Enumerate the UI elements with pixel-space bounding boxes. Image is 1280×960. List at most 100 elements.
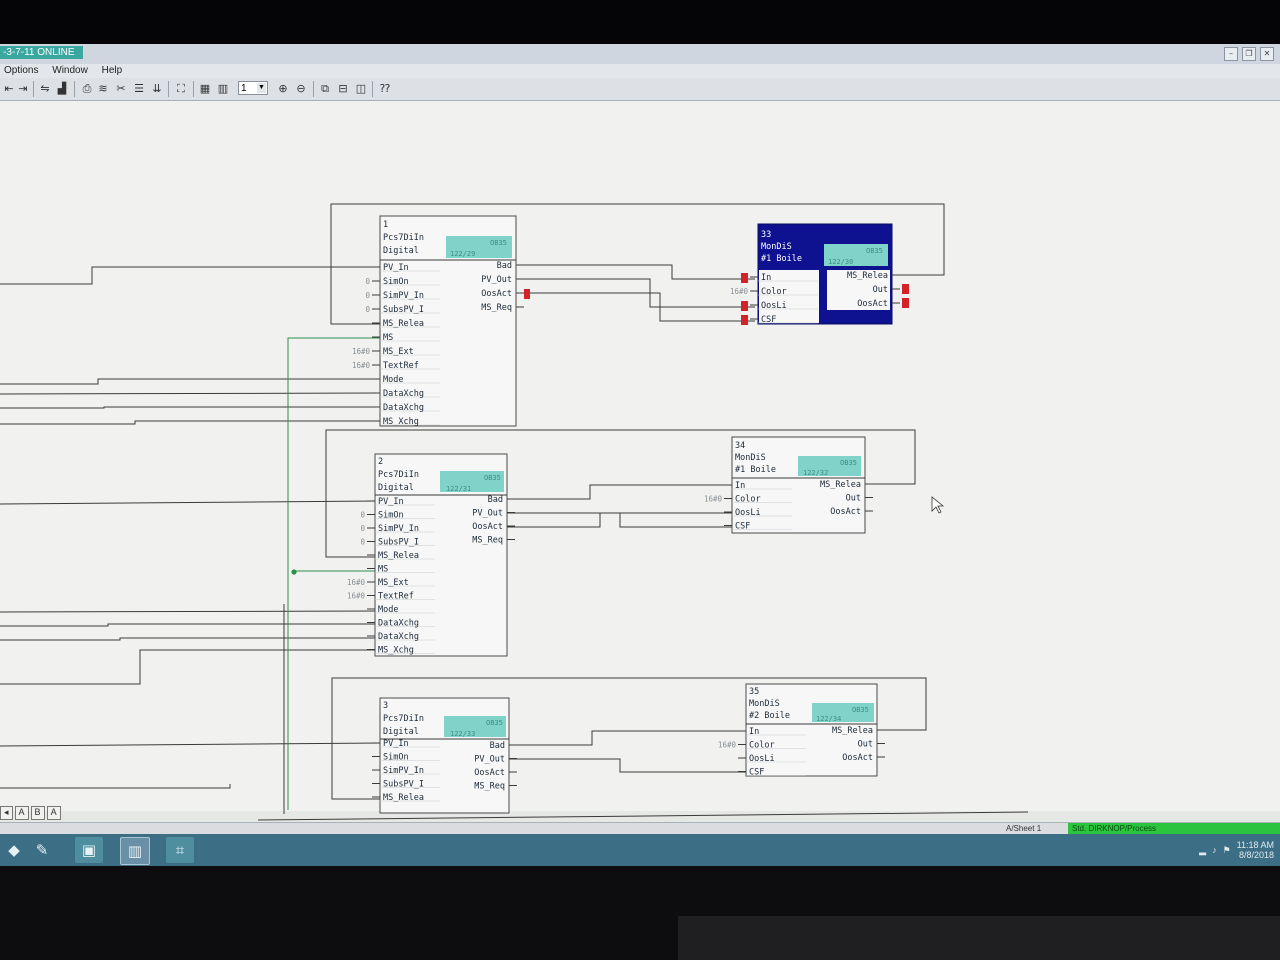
output-pin[interactable]: MS_Relea — [820, 480, 861, 490]
input-pin[interactable]: DataXchg — [378, 632, 419, 642]
error-marker — [741, 315, 748, 325]
output-pin[interactable]: PV_Out — [472, 509, 503, 519]
wire — [0, 392, 385, 395]
network-config-icon[interactable]: ⌗ — [166, 837, 194, 863]
input-pin[interactable]: MS_Relea — [383, 793, 424, 803]
input-pin[interactable]: TextRef — [383, 361, 419, 371]
output-pin[interactable]: MS_Relea — [832, 726, 873, 736]
wire — [0, 378, 384, 385]
output-pin[interactable]: Bad — [490, 741, 505, 751]
monitor-bezel-top — [0, 0, 1280, 44]
output-pin[interactable]: MS_Relea — [847, 271, 888, 281]
input-pin[interactable]: TextRef — [378, 592, 414, 602]
spreadsheet-icon[interactable]: ▣ — [75, 837, 103, 863]
sheet-scroll-icon[interactable]: ◂ — [0, 806, 13, 820]
output-pin[interactable]: OosAct — [474, 768, 505, 778]
input-pin[interactable]: Color — [761, 287, 787, 297]
output-pin[interactable]: MS_Req — [474, 782, 505, 792]
input-pin[interactable]: MS_Ext — [383, 347, 414, 357]
pin-value: 0 — [360, 524, 365, 533]
task-badge-text: OB35 — [484, 474, 501, 482]
output-pin[interactable]: OosAct — [472, 522, 503, 532]
input-pin[interactable]: OosLi — [761, 301, 787, 311]
output-pin[interactable]: Out — [873, 285, 888, 295]
task-badge-text: OB35 — [866, 247, 883, 255]
flag-icon[interactable]: ⚑ — [1223, 845, 1231, 856]
output-pin[interactable]: Out — [858, 740, 873, 750]
input-pin[interactable]: SubsPV_I — [383, 780, 424, 790]
input-pin[interactable]: OosLi — [749, 754, 775, 764]
input-pin[interactable]: PV_In — [383, 739, 409, 749]
input-pin[interactable]: CSF — [749, 768, 764, 778]
output-pin[interactable]: OosAct — [857, 299, 888, 309]
input-pin[interactable]: SubsPV_I — [378, 538, 419, 548]
input-pin[interactable]: MS_Relea — [378, 551, 419, 561]
input-pin[interactable]: Mode — [378, 605, 398, 615]
cfc-editor-icon[interactable]: ▥ — [120, 837, 150, 865]
input-pin[interactable]: SimOn — [383, 277, 409, 287]
block-number: 1 — [383, 220, 388, 230]
input-pin[interactable]: MS — [383, 333, 393, 343]
input-pin[interactable]: MS_Ext — [378, 578, 409, 588]
task-badge-text: OB35 — [490, 239, 507, 247]
input-pin[interactable]: MS_Xchg — [378, 646, 414, 656]
output-pin[interactable]: OosAct — [842, 753, 873, 763]
input-pin[interactable]: Mode — [383, 375, 403, 385]
pin-value: 0 — [365, 277, 370, 286]
input-pin[interactable]: MS_Xchg — [383, 417, 419, 427]
input-pin[interactable]: MS — [378, 565, 388, 575]
sheet-tabs: ◂ A B A — [0, 806, 63, 820]
sheet-tab-b[interactable]: B — [30, 806, 45, 820]
input-pin[interactable]: MS_Relea — [383, 319, 424, 329]
output-pin[interactable]: OosAct — [481, 289, 512, 299]
start-button[interactable]: ◆ — [0, 837, 28, 863]
volume-icon[interactable]: ♪ — [1212, 845, 1217, 855]
wire — [0, 420, 384, 425]
input-pin[interactable]: Color — [735, 495, 761, 505]
input-pin[interactable]: PV_In — [378, 497, 404, 507]
clock[interactable]: 11:18 AM 8/8/2018 — [1237, 840, 1274, 860]
input-pin[interactable]: DataXchg — [378, 619, 419, 629]
input-pin[interactable]: In — [761, 273, 771, 283]
wire-junction — [291, 569, 297, 575]
block-type: Pcs7DiIn — [383, 233, 424, 243]
input-pin[interactable]: DataXchg — [383, 389, 424, 399]
pin-value: 0 — [360, 538, 365, 547]
sheet-tab-a2[interactable]: A — [46, 806, 61, 820]
output-pin[interactable]: PV_Out — [474, 755, 505, 765]
simatic-manager-icon[interactable]: ✎ — [28, 837, 56, 863]
output-pin[interactable]: OosAct — [830, 507, 861, 517]
network-icon[interactable]: ▂ — [1199, 845, 1206, 856]
input-pin[interactable]: SimOn — [378, 511, 404, 521]
wire — [0, 784, 231, 789]
error-marker — [741, 301, 748, 311]
output-pin[interactable]: PV_Out — [481, 275, 512, 285]
pin-value: 0 — [365, 305, 370, 314]
input-pin[interactable]: DataXchg — [383, 403, 424, 413]
output-pin[interactable]: Out — [846, 494, 861, 504]
input-pin[interactable]: PV_In — [383, 263, 409, 273]
input-pin[interactable]: SimPV_In — [378, 524, 419, 534]
output-pin[interactable]: MS_Req — [472, 536, 503, 546]
input-pin[interactable]: In — [749, 727, 759, 737]
input-pin[interactable]: SimOn — [383, 753, 409, 763]
input-pin[interactable]: SubsPV_I — [383, 305, 424, 315]
wire — [0, 500, 379, 505]
output-pin[interactable]: MS_Req — [481, 303, 512, 313]
input-pin[interactable]: In — [735, 481, 745, 491]
wire — [0, 610, 379, 613]
output-pin[interactable]: Bad — [497, 261, 512, 271]
input-pin[interactable]: CSF — [735, 522, 750, 532]
input-pin[interactable]: SimPV_In — [383, 291, 424, 301]
input-pin[interactable]: Color — [749, 741, 775, 751]
block-comment: #1 Boile — [735, 465, 776, 475]
input-pin[interactable]: OosLi — [735, 508, 761, 518]
taskbar: ◆ ✎ ▣ ▥ ⌗ ▂ ♪ ⚑ 11:18 AM 8/8/2018 — [0, 834, 1280, 866]
output-pin[interactable]: Bad — [488, 495, 503, 505]
wire — [503, 512, 735, 528]
run-sequence: 122/30 — [828, 258, 853, 266]
sheet-tab-a[interactable]: A — [14, 806, 29, 820]
input-pin[interactable]: SimPV_In — [383, 766, 424, 776]
block-type: MonDiS — [761, 242, 792, 252]
input-pin[interactable]: CSF — [761, 315, 776, 325]
